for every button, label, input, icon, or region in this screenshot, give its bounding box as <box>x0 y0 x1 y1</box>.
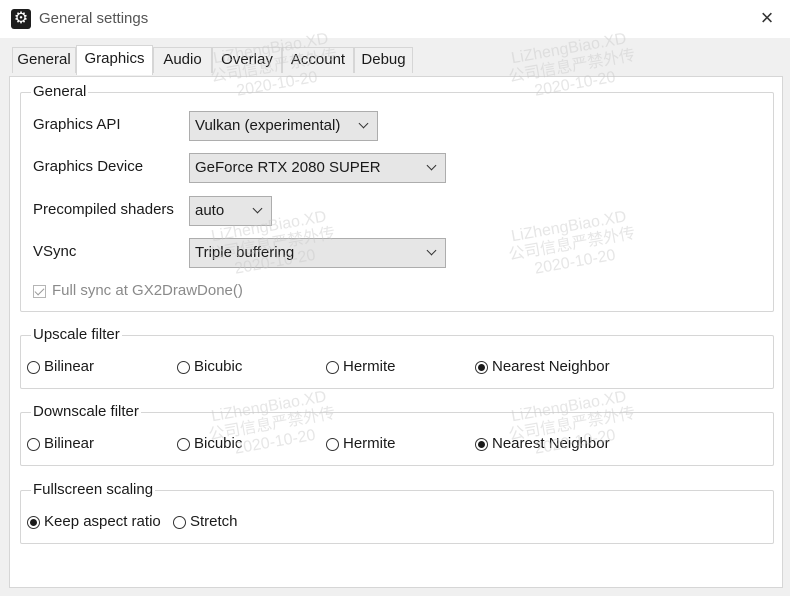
radio-label: Bicubic <box>194 435 243 452</box>
radio-icon <box>177 437 190 451</box>
radio-label: Hermite <box>343 435 396 452</box>
upscale-filter-legend: Upscale filter <box>31 325 122 345</box>
title-bar: ⚙ General settings × <box>0 0 790 38</box>
checkbox-check-icon <box>33 284 46 298</box>
tab-debug[interactable]: Debug <box>354 47 413 73</box>
downscale-filter-group: Downscale filter Bilinear Bicubic Hermit… <box>20 402 774 466</box>
radio-label: Bicubic <box>194 358 243 375</box>
radio-icon <box>177 360 190 374</box>
tab-overlay[interactable]: Overlay <box>212 47 282 73</box>
upscale-hermite-radio[interactable]: Hermite <box>326 357 396 377</box>
graphics-api-value: Vulkan (experimental) <box>195 117 341 134</box>
radio-selected-icon <box>475 437 488 451</box>
radio-icon <box>27 437 40 451</box>
downscale-bilinear-radio[interactable]: Bilinear <box>27 434 94 454</box>
vsync-select[interactable]: Triple buffering <box>189 238 446 268</box>
precompiled-shaders-label: Precompiled shaders <box>33 201 174 218</box>
radio-label: Hermite <box>343 358 396 375</box>
graphics-device-label: Graphics Device <box>33 158 144 175</box>
upscale-bilinear-radio[interactable]: Bilinear <box>27 357 94 377</box>
full-sync-checkbox[interactable]: Full sync at GX2DrawDone() <box>33 281 243 301</box>
fullscreen-scaling-legend: Fullscreen scaling <box>31 480 156 500</box>
downscale-nearest-neighbor-radio[interactable]: Nearest Neighbor <box>475 434 610 454</box>
graphics-device-value: GeForce RTX 2080 SUPER <box>195 159 381 176</box>
radio-icon <box>173 515 186 529</box>
downscale-hermite-radio[interactable]: Hermite <box>326 434 396 454</box>
chevron-down-icon <box>358 118 369 129</box>
radio-label: Bilinear <box>44 435 95 452</box>
full-sync-label: Full sync at GX2DrawDone() <box>52 282 243 299</box>
tab-general[interactable]: General <box>12 47 76 73</box>
graphics-device-select[interactable]: GeForce RTX 2080 SUPER <box>189 153 446 183</box>
chevron-down-icon <box>426 245 437 256</box>
downscale-filter-legend: Downscale filter <box>31 402 141 422</box>
vsync-value: Triple buffering <box>195 244 295 261</box>
chevron-down-icon <box>252 203 263 214</box>
precompiled-shaders-value: auto <box>195 202 225 219</box>
radio-label: Nearest Neighbor <box>492 358 610 375</box>
general-group-legend: General <box>31 82 89 102</box>
upscale-nearest-neighbor-radio[interactable]: Nearest Neighbor <box>475 357 610 377</box>
general-group: General Graphics API Vulkan (experimenta… <box>20 82 774 312</box>
gear-icon: ⚙ <box>11 9 31 29</box>
tab-graphics[interactable]: Graphics <box>76 45 153 75</box>
radio-icon <box>27 360 40 374</box>
downscale-bicubic-radio[interactable]: Bicubic <box>177 434 242 454</box>
fullscreen-scaling-group: Fullscreen scaling Keep aspect ratio Str… <box>20 480 774 544</box>
radio-label: Nearest Neighbor <box>492 435 610 452</box>
precompiled-shaders-select[interactable]: auto <box>189 196 272 226</box>
close-button[interactable]: × <box>744 0 790 38</box>
graphics-panel: General Graphics API Vulkan (experimenta… <box>9 76 783 588</box>
upscale-bicubic-radio[interactable]: Bicubic <box>177 357 242 377</box>
radio-icon <box>326 437 339 451</box>
tab-account[interactable]: Account <box>282 47 354 73</box>
keep-aspect-ratio-radio[interactable]: Keep aspect ratio <box>27 512 161 532</box>
radio-icon <box>326 360 339 374</box>
stretch-radio[interactable]: Stretch <box>173 512 238 532</box>
graphics-api-label: Graphics API <box>33 116 121 133</box>
vsync-label: VSync <box>33 243 77 260</box>
graphics-api-select[interactable]: Vulkan (experimental) <box>189 111 378 141</box>
window-title: General settings <box>39 10 149 27</box>
tab-bar: General Graphics Audio Overlay Account D… <box>0 38 790 76</box>
tab-audio[interactable]: Audio <box>153 47 212 73</box>
radio-label: Stretch <box>190 513 238 530</box>
radio-label: Bilinear <box>44 358 95 375</box>
upscale-filter-group: Upscale filter Bilinear Bicubic Hermite … <box>20 325 774 389</box>
radio-selected-icon <box>475 360 488 374</box>
radio-selected-icon <box>27 515 40 529</box>
chevron-down-icon <box>426 160 437 171</box>
radio-label: Keep aspect ratio <box>44 513 161 530</box>
